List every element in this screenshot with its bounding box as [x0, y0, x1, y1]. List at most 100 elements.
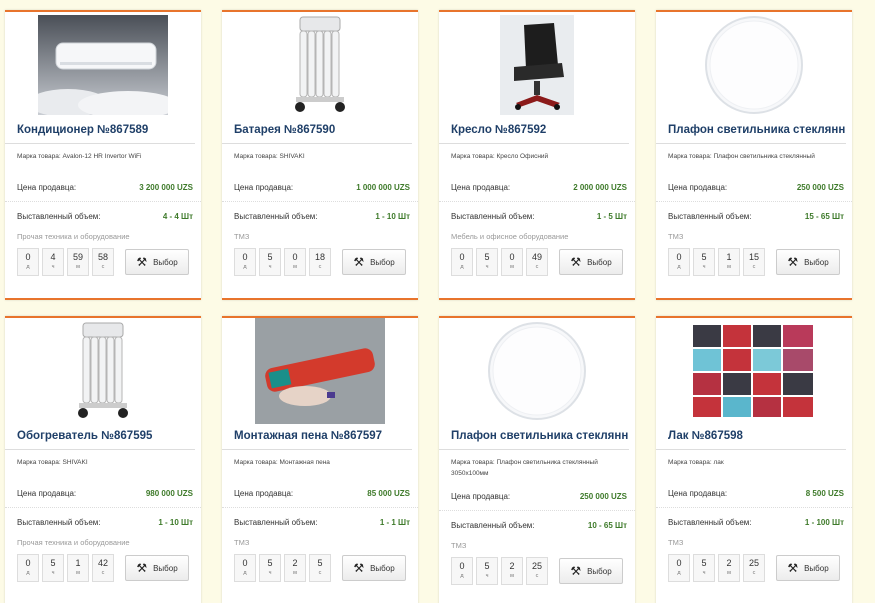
product-card[interactable]: Монтажная пена №867597 Марка товара: Мон… [222, 316, 418, 603]
timer-value: 58 [97, 252, 108, 262]
countdown-timer: 0д 5ч 0м 18 с ⚒ Выбор [222, 244, 418, 276]
timer-days: 0д [17, 248, 39, 276]
product-card[interactable]: Обогреватель №867595 Марка товара: SHIVA… [5, 316, 201, 603]
timer-value: 0 [459, 252, 465, 262]
gavel-icon: ⚒ [787, 561, 799, 575]
countdown-timer: 0д 5ч 2м 5с ⚒ Выбор [222, 550, 418, 582]
gavel-icon: ⚒ [570, 564, 582, 578]
bid-button-label: Выбор [153, 257, 178, 267]
bid-button[interactable]: ⚒ Выбор [342, 249, 406, 275]
volume-value: 1 - 100 Шт [804, 517, 844, 527]
product-category[interactable]: Прочая техника и оборудование [5, 230, 201, 244]
product-title[interactable]: Кресло №867592 [439, 118, 629, 144]
volume-value: 1 - 5 Шт [596, 211, 627, 221]
product-card[interactable]: Плафон светильника стеклянный Марка това… [656, 10, 852, 300]
countdown-timer: 0д 5ч 1м 15 с ⚒ Выбор [656, 244, 852, 276]
product-category[interactable]: ТМЗ [656, 230, 852, 244]
volume-value: 10 - 65 Шт [587, 520, 627, 530]
product-card[interactable]: Кресло №867592 Марка товара: Кресло Офис… [439, 10, 635, 300]
timer-unit: д [460, 264, 464, 270]
timer-unit: д [26, 264, 30, 270]
timer-days: 0д [451, 557, 473, 585]
product-card[interactable]: Батарея №867590 Марка товара: SHIVAKI Це… [222, 10, 418, 300]
product-title[interactable]: Батарея №867590 [222, 118, 412, 144]
price-label: Цена продавца: [451, 183, 511, 192]
product-title[interactable]: Монтажная пена №867597 [222, 424, 412, 450]
volume-row: Выставленный объем: 1 - 5 Шт [439, 202, 635, 230]
price-row: Цена продавца: 2 000 000 UZS [439, 174, 635, 202]
bid-button[interactable]: ⚒ Выбор [559, 558, 623, 584]
timer-minutes: 2м [501, 557, 523, 585]
product-category[interactable]: ТМЗ [222, 536, 418, 550]
volume-label: Выставленный объем: [668, 517, 752, 527]
bid-button[interactable]: ⚒ Выбор [125, 555, 189, 581]
timer-unit: ч [51, 570, 55, 576]
product-category[interactable]: ТМЗ [656, 536, 852, 550]
timer-minutes: 1м [67, 554, 89, 582]
product-title[interactable]: Обогреватель №867595 [5, 424, 195, 450]
timer-unit: м [293, 570, 297, 576]
bid-button-label: Выбор [804, 257, 829, 267]
timer-seconds: 15 с [743, 248, 765, 276]
product-card[interactable]: Лак №867598 Марка товара: лак Цена прода… [656, 316, 852, 603]
timer-unit: ч [268, 264, 272, 270]
bid-button[interactable]: ⚒ Выбор [776, 249, 840, 275]
product-category[interactable]: ТМЗ [439, 539, 635, 553]
timer-minutes: 1м [718, 248, 740, 276]
gavel-icon: ⚒ [136, 255, 148, 269]
lamp-shade-image[interactable] [439, 318, 635, 424]
timer-value: 5 [267, 252, 273, 262]
volume-value: 4 - 4 Шт [162, 211, 193, 221]
timer-hours: 5ч [259, 554, 281, 582]
price-label: Цена продавца: [668, 489, 728, 498]
bid-button[interactable]: ⚒ Выбор [342, 555, 406, 581]
timer-seconds: 58 с [92, 248, 114, 276]
timer-unit: м [510, 573, 514, 579]
countdown-timer: 0д 5ч 0м 49 с ⚒ Выбор [439, 244, 635, 276]
timer-days: 0д [234, 554, 256, 582]
product-title[interactable]: Плафон светильника стеклянный [439, 424, 629, 450]
timer-unit: с [318, 570, 322, 576]
oil-heater-image[interactable] [5, 318, 201, 424]
timer-value: 5 [50, 558, 56, 568]
timer-value: 0 [25, 558, 31, 568]
office-chair-image[interactable] [439, 12, 635, 118]
timer-value: 0 [676, 558, 682, 568]
timer-value: 5 [484, 561, 490, 571]
bid-button[interactable]: ⚒ Выбор [559, 249, 623, 275]
countdown-timer: 0д 4ч 59 м 58 с ⚒ Выбор [5, 244, 201, 276]
timer-minutes: 2м [718, 554, 740, 582]
volume-row: Выставленный объем: 1 - 10 Шт [222, 202, 418, 230]
lamp-shade-image[interactable] [656, 12, 852, 118]
product-card[interactable]: Кондиционер №867589 Марка товара: Avalon… [5, 10, 201, 300]
product-category[interactable]: Прочая техника и оборудование [5, 536, 201, 550]
timer-value: 0 [242, 558, 248, 568]
timer-minutes: 59 м [67, 248, 89, 276]
timer-value: 1 [726, 252, 732, 262]
timer-unit: д [26, 570, 30, 576]
air-conditioner-image[interactable] [5, 12, 201, 118]
timer-value: 0 [509, 252, 515, 262]
timer-minutes: 2м [284, 554, 306, 582]
product-title[interactable]: Кондиционер №867589 [5, 118, 195, 144]
timer-hours: 5ч [476, 557, 498, 585]
volume-value: 1 - 10 Шт [158, 517, 193, 527]
foam-can-image[interactable] [222, 318, 418, 424]
nail-polish-image[interactable] [656, 318, 852, 424]
volume-label: Выставленный объем: [17, 211, 101, 221]
volume-row: Выставленный объем: 15 - 65 Шт [656, 202, 852, 230]
product-card[interactable]: Плафон светильника стеклянный Марка това… [439, 316, 635, 603]
product-category[interactable]: ТМЗ [222, 230, 418, 244]
product-title[interactable]: Плафон светильника стеклянный [656, 118, 846, 144]
bid-button[interactable]: ⚒ Выбор [776, 555, 840, 581]
bid-button[interactable]: ⚒ Выбор [125, 249, 189, 275]
price-value: 980 000 UZS [145, 489, 193, 498]
price-value: 8 500 UZS [805, 489, 844, 498]
product-title[interactable]: Лак №867598 [656, 424, 846, 450]
product-category[interactable]: Мебель и офисное оборудование [439, 230, 635, 244]
timer-minutes: 0м [284, 248, 306, 276]
timer-unit: м [76, 264, 80, 270]
product-brand: Марка товара: Avalon-12 HR Invertor WiFi [17, 153, 142, 160]
oil-heater-image[interactable] [222, 12, 418, 118]
timer-hours: 4ч [42, 248, 64, 276]
